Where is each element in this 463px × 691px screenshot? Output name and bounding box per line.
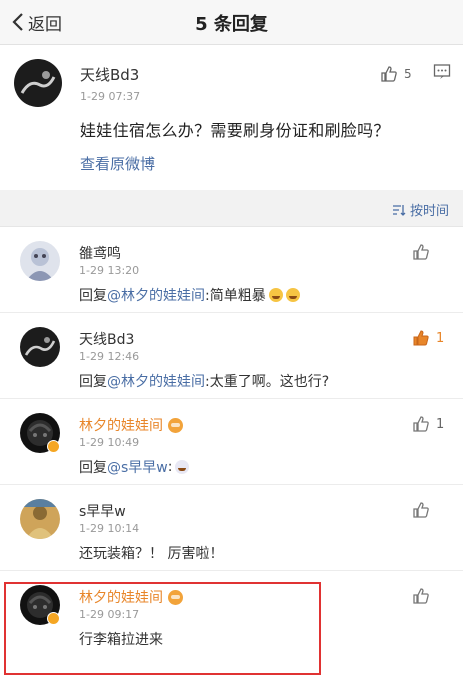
reply-like-button[interactable]: 1 [412,415,444,433]
reply-timestamp: 1-29 10:14 [79,522,140,535]
reply-username-text: 林夕的娃娃间 [79,418,163,434]
member-badge-icon [168,417,183,433]
more-menu-button[interactable] [433,63,451,85]
mention-link[interactable]: @林夕的娃娃间 [107,371,205,391]
sort-by-time-button[interactable]: 按时间 [392,200,449,219]
reply-text: 还玩装箱？！ 厉害啦！ [79,543,223,563]
reply-content: 行李箱拉进来 [79,632,163,648]
reply-timestamp: 1-29 13:20 [79,264,140,277]
avatar[interactable] [20,499,60,539]
avatar[interactable] [20,327,60,367]
original-post: 天线Bd3 1-29 07:37 5 娃娃住宿怎么办？需要刷身份证和刷脸吗？ 查… [0,45,463,190]
post-text: 娃娃住宿怎么办？需要刷身份证和刷脸吗？ [80,121,390,140]
comment-menu-icon [433,64,451,79]
page-title: 5 条回复 [195,14,268,35]
view-original-link[interactable]: 查看原微博 [80,153,155,174]
reply-content: :简单粗暴 [205,288,266,304]
reply-text: 回复 @s早早w: [79,457,190,477]
avatar[interactable] [20,413,60,453]
laughing-emoji-icon [268,288,283,302]
laughing-emoji-icon [285,288,300,302]
reply-like-button[interactable] [412,587,430,605]
reply-like-button[interactable]: 1 [412,329,444,347]
nav-bar: 返回 5 条回复 [0,0,463,45]
avatar[interactable] [20,241,60,281]
reply-text: 行李箱拉进来 [79,629,163,649]
reply-username-text: 林夕的娃娃间 [79,590,163,606]
reply-like-count: 1 [436,416,445,432]
reply-username[interactable]: s早早w [79,501,126,521]
post-timestamp: 1-29 07:37 [80,90,141,103]
verified-badge-icon [47,440,60,453]
reply-timestamp: 1-29 10:49 [79,436,140,449]
sort-icon [392,204,406,216]
reply-timestamp: 1-29 12:46 [79,350,140,363]
reply-item: 林夕的娃娃间 1-29 09:17 行李箱拉进来 [0,571,463,656]
reply-content: :太重了啊。这也行? [205,374,330,390]
post-username[interactable]: 天线Bd3 [80,64,139,85]
thumbs-up-icon [413,416,429,432]
verified-badge-icon [47,612,60,625]
reply-username[interactable]: 天线Bd3 [79,329,134,349]
reply-content: 还玩装箱？！ 厉害啦！ [79,546,224,562]
reply-like-button[interactable] [412,501,430,519]
reply-item: 天线Bd3 1-29 12:46 回复 @林夕的娃娃间:太重了啊。这也行? 1 [0,313,463,399]
surprised-emoji-icon [175,460,190,474]
member-badge-icon [168,589,183,605]
reply-list: 雒鸢鸣 1-29 13:20 回复 @林夕的娃娃间:简单粗暴 天线Bd3 1-29… [0,226,463,691]
thumbs-up-icon [413,588,429,604]
reply-text: 回复 @林夕的娃娃间:太重了啊。这也行? [79,371,329,391]
reply-timestamp: 1-29 09:17 [79,608,140,621]
reply-prefix: 回复 [79,288,107,304]
reply-prefix: 回复 [79,460,107,476]
reply-prefix: 回复 [79,374,107,390]
post-like-count: 5 [404,67,412,81]
thumbs-up-icon [413,244,429,260]
mention-link[interactable]: @林夕的娃娃间 [107,285,205,305]
reply-content: : [167,459,173,475]
reply-item: 雒鸢鸣 1-29 13:20 回复 @林夕的娃娃间:简单粗暴 [0,227,463,313]
thumbs-up-filled-icon [413,330,429,346]
reply-username[interactable]: 雒鸢鸣 [79,243,121,263]
reply-item: s早早w 1-29 10:14 还玩装箱？！ 厉害啦！ [0,485,463,571]
avatar[interactable] [14,59,62,107]
reply-like-count: 1 [436,330,445,346]
sort-label: 按时间 [409,204,449,219]
post-like-button[interactable]: 5 [380,65,412,83]
reply-item: 林夕的娃娃间 1-29 10:49 回复 @s早早w: 1 [0,399,463,485]
reply-username[interactable]: 林夕的娃娃间 [79,415,183,435]
avatar[interactable] [20,585,60,625]
thumbs-up-icon [381,66,397,82]
reply-text: 回复 @林夕的娃娃间:简单粗暴 [79,285,300,305]
thumbs-up-icon [413,502,429,518]
reply-username[interactable]: 林夕的娃娃间 [79,587,183,607]
mention-link[interactable]: @s早早w [107,457,168,477]
reply-like-button[interactable] [412,243,430,261]
